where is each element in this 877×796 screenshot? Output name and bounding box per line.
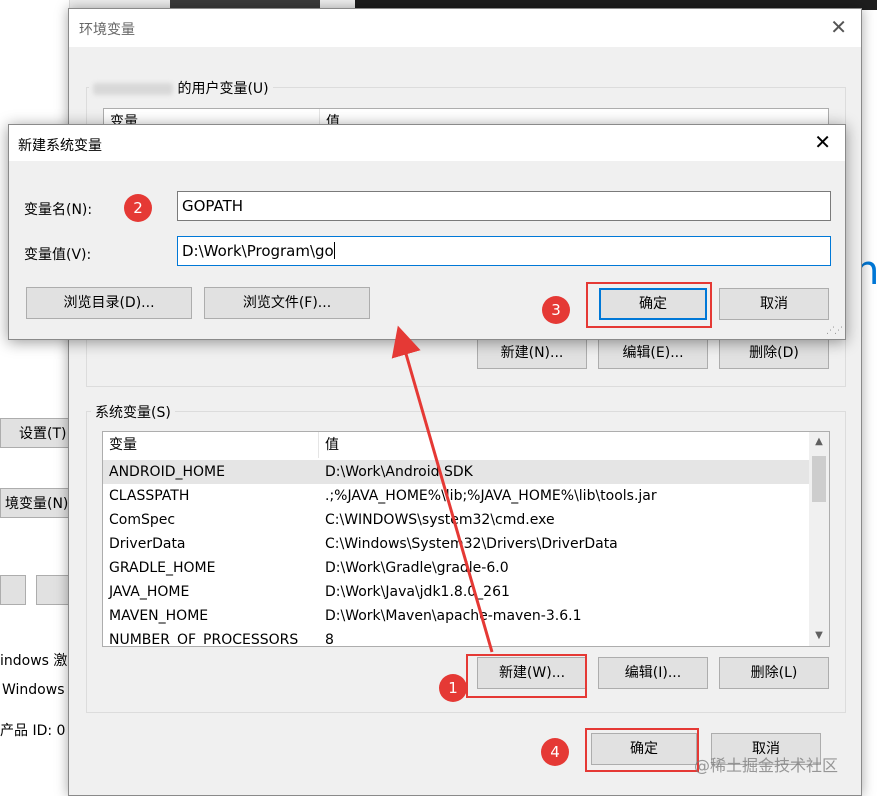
var-value-cell: .;%JAVA_HOME%\lib;%JAVA_HOME%\lib\tools.… (325, 488, 657, 504)
env-variables-button-label: 境变量(N)... (5, 496, 69, 512)
user-edit-button[interactable]: 编辑(E)... (598, 337, 708, 369)
table-row[interactable]: GRADLE_HOME D:\Work\Gradle\gradle-6.0 (103, 556, 829, 580)
highlight-env-ok (585, 728, 699, 772)
close-icon[interactable]: ✕ (814, 130, 831, 154)
blurred-username (93, 83, 173, 95)
text-caret (333, 242, 335, 259)
new-system-variable-dialog: 新建系统变量 ✕ 变量名(N): GOPATH 变量值(V): D:\Work\… (8, 124, 846, 340)
background-window-right (862, 10, 877, 796)
table-row[interactable]: NUMBER_OF_PROCESSORS 8 (103, 628, 829, 647)
step-badge-2: 2 (124, 194, 152, 222)
browse-file-button[interactable]: 浏览文件(F)... (204, 287, 370, 319)
var-name-cell: ComSpec (109, 512, 176, 528)
user-variables-label-wrap: 的用户变量(U) (89, 78, 273, 98)
variable-value-label: 变量值(V): (24, 247, 92, 263)
background-window: 设置(T)... 境变量(N)... indows 激活 Windows 产品 … (0, 0, 81, 796)
var-name-cell: MAVEN_HOME (109, 608, 209, 624)
windows-text: Windows (2, 682, 65, 698)
scroll-up-icon[interactable]: ▲ (809, 432, 829, 452)
variable-name-label: 变量名(N): (24, 202, 93, 218)
var-value-cell: D:\Work\Gradle\gradle-6.0 (325, 560, 509, 576)
table-row[interactable]: JAVA_HOME D:\Work\Java\jdk1.8.0_261 (103, 580, 829, 604)
new-cancel-button[interactable]: 取消 (719, 288, 829, 320)
step-badge-3: 3 (542, 296, 570, 324)
var-value-cell: D:\Work\Java\jdk1.8.0_261 (325, 584, 510, 600)
system-variables-label: 系统变量(S) (91, 402, 175, 422)
system-variables-list[interactable]: 变量 值 ANDROID_HOME D:\Work\Android SDK CL… (102, 431, 830, 647)
var-value-cell: D:\Work\Maven\apache-maven-3.6.1 (325, 608, 582, 624)
new-dialog-title: 新建系统变量 (18, 138, 102, 154)
var-name-cell: CLASSPATH (109, 488, 190, 504)
vertical-scrollbar[interactable]: ▲ ▼ (809, 432, 829, 646)
scroll-thumb[interactable] (812, 456, 826, 502)
env-dialog-titlebar: 环境变量 ✕ (69, 9, 861, 47)
step-badge-4: 4 (541, 738, 569, 766)
table-row[interactable]: ComSpec C:\WINDOWS\system32\cmd.exe (103, 508, 829, 532)
settings-button[interactable]: 设置(T)... (0, 418, 70, 448)
highlight-new-ok (586, 282, 712, 328)
variable-name-input[interactable]: GOPATH (177, 191, 831, 221)
browse-directory-button[interactable]: 浏览目录(D)... (26, 287, 192, 319)
var-value-cell: C:\Windows\System32\Drivers\DriverData (325, 536, 618, 552)
var-name-cell: NUMBER_OF_PROCESSORS (109, 632, 299, 647)
column-header-name[interactable]: 变量 (103, 432, 319, 458)
user-delete-button[interactable]: 删除(D) (719, 337, 829, 369)
var-name-cell: GRADLE_HOME (109, 560, 216, 576)
var-name-cell: JAVA_HOME (109, 584, 190, 600)
watermark: @稀土掘金技术社区 (694, 756, 839, 775)
var-value-cell: D:\Work\Android SDK (325, 464, 473, 480)
list-header: 变量 值 (103, 432, 829, 458)
product-id-text: 产品 ID: 0 (0, 723, 66, 739)
new-dialog-titlebar: 新建系统变量 ✕ (9, 125, 845, 161)
column-header-value[interactable]: 值 (319, 432, 809, 458)
resize-grip-icon[interactable]: ⋰⋰ (826, 326, 843, 336)
scroll-down-icon[interactable]: ▼ (809, 626, 829, 646)
user-new-button[interactable]: 新建(N)... (477, 337, 587, 369)
user-variables-label: 的用户变量(U) (177, 81, 269, 97)
system-edit-button[interactable]: 编辑(I)... (598, 657, 708, 689)
settings-button-label: 设置(T)... (19, 426, 70, 442)
table-row[interactable]: CLASSPATH .;%JAVA_HOME%\lib;%JAVA_HOME%\… (103, 484, 829, 508)
system-delete-button[interactable]: 删除(L) (719, 657, 829, 689)
var-value-cell: 8 (325, 632, 334, 647)
var-value-cell: C:\WINDOWS\system32\cmd.exe (325, 512, 555, 528)
highlight-system-new (466, 654, 587, 698)
variable-name-value: GOPATH (182, 197, 244, 215)
var-name-cell: DriverData (109, 536, 186, 552)
step-badge-1: 1 (439, 674, 467, 702)
env-dialog-title: 环境变量 (79, 22, 135, 38)
table-row[interactable]: ANDROID_HOME D:\Work\Android SDK (103, 460, 829, 484)
table-row[interactable]: DriverData C:\Windows\System32\Drivers\D… (103, 532, 829, 556)
variable-value-value: D:\Work\Program\go (182, 242, 334, 260)
var-name-cell: ANDROID_HOME (109, 464, 225, 480)
table-row[interactable]: MAVEN_HOME D:\Work\Maven\apache-maven-3.… (103, 604, 829, 628)
bg-button-a[interactable] (0, 575, 26, 605)
bg-button-b[interactable] (36, 575, 70, 605)
env-variables-button[interactable]: 境变量(N)... (0, 488, 70, 518)
close-icon[interactable]: ✕ (830, 15, 847, 39)
variable-value-input[interactable]: D:\Work\Program\go (177, 236, 831, 266)
